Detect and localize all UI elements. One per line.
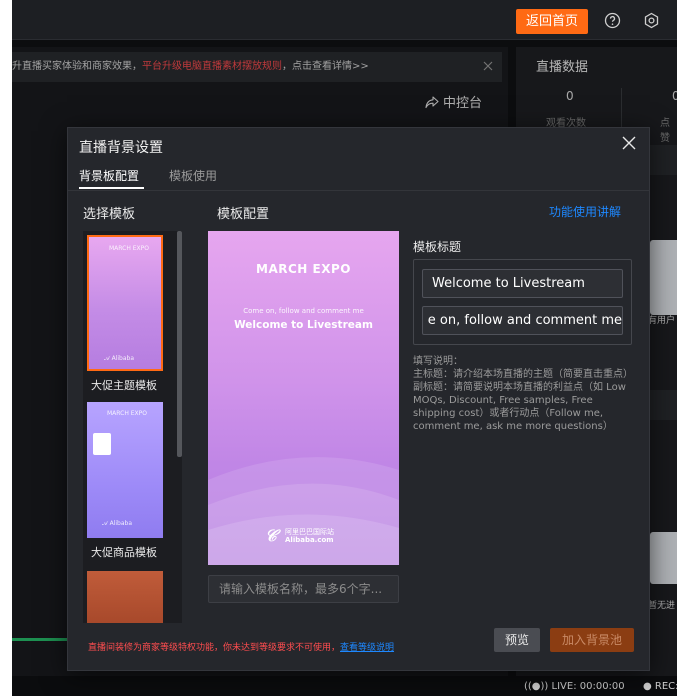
template-name-input[interactable] <box>208 575 399 603</box>
template-list-scrollbar[interactable] <box>177 231 182 457</box>
tab-template-usage[interactable]: 模板使用 <box>169 167 217 184</box>
product-card-image <box>93 433 111 455</box>
main-title-input[interactable] <box>422 269 623 298</box>
template-thumbnail-third[interactable] <box>87 571 163 623</box>
record-dot-icon: ● <box>643 681 655 692</box>
active-tab-indicator <box>79 187 144 189</box>
dialog-title: 直播背景设置 <box>79 140 163 156</box>
template-label: 大促主题模板 <box>91 379 157 392</box>
level-info-link[interactable]: 查看等级说明 <box>340 643 394 653</box>
return-home-button[interactable]: 返回首页 <box>516 9 588 34</box>
left-edge-panel <box>0 0 12 696</box>
preview-brand: MARCH EXPO <box>256 262 351 276</box>
help-icon[interactable] <box>604 12 621 29</box>
tab-divider <box>68 190 649 191</box>
gear-icon[interactable] <box>643 12 660 29</box>
template-label: 大促商品模板 <box>91 546 157 559</box>
template-thumbnail-promo-product[interactable]: MARCH EXPO 𝒜 Alibaba <box>87 402 163 538</box>
template-preview <box>208 231 399 565</box>
feature-help-link[interactable]: 功能使用讲解 <box>549 203 621 220</box>
select-template-heading: 选择模板 <box>83 207 136 222</box>
preview-button[interactable]: 预览 <box>494 628 540 652</box>
thumb-brand: MARCH EXPO <box>107 410 148 417</box>
broadcast-icon: ((●)) <box>524 681 552 692</box>
thumb-brand: MARCH EXPO <box>109 245 150 252</box>
alibaba-logo-icon: 𝒞 阿里巴巴国际站 Alibaba.com <box>265 526 334 545</box>
subtitle-input[interactable] <box>422 306 623 335</box>
close-icon[interactable] <box>621 135 637 151</box>
tab-background-config[interactable]: 背景板配置 <box>79 167 139 184</box>
preview-title: Welcome to Livestream <box>234 319 373 331</box>
privilege-warning: 直播间装修为商家等级特权功能，你未达到等级要求不可使用，查看等级说明 <box>88 643 395 653</box>
rec-timer: ● REC: 0 <box>643 681 677 692</box>
live-timer: ((●)) LIVE: 00:00:00 <box>524 681 625 692</box>
template-thumbnail-promo-theme[interactable]: MARCH EXPO 𝒜 Alibaba <box>87 235 163 371</box>
alibaba-logo-icon: 𝒜 Alibaba <box>102 520 132 527</box>
template-title-heading: 模板标题 <box>413 240 462 254</box>
fill-instructions: 填写说明： 主标题：请介绍本场直播的主题（简要直击重点） 副标题：请简要说明本场… <box>413 356 633 432</box>
preview-subtitle: Come on, follow and comment me <box>243 307 364 315</box>
alibaba-logo-icon: 𝒜 Alibaba <box>104 355 134 362</box>
add-to-background-pool-button[interactable]: 加入背景池 <box>550 628 634 652</box>
template-config-heading: 模板配置 <box>217 207 270 222</box>
